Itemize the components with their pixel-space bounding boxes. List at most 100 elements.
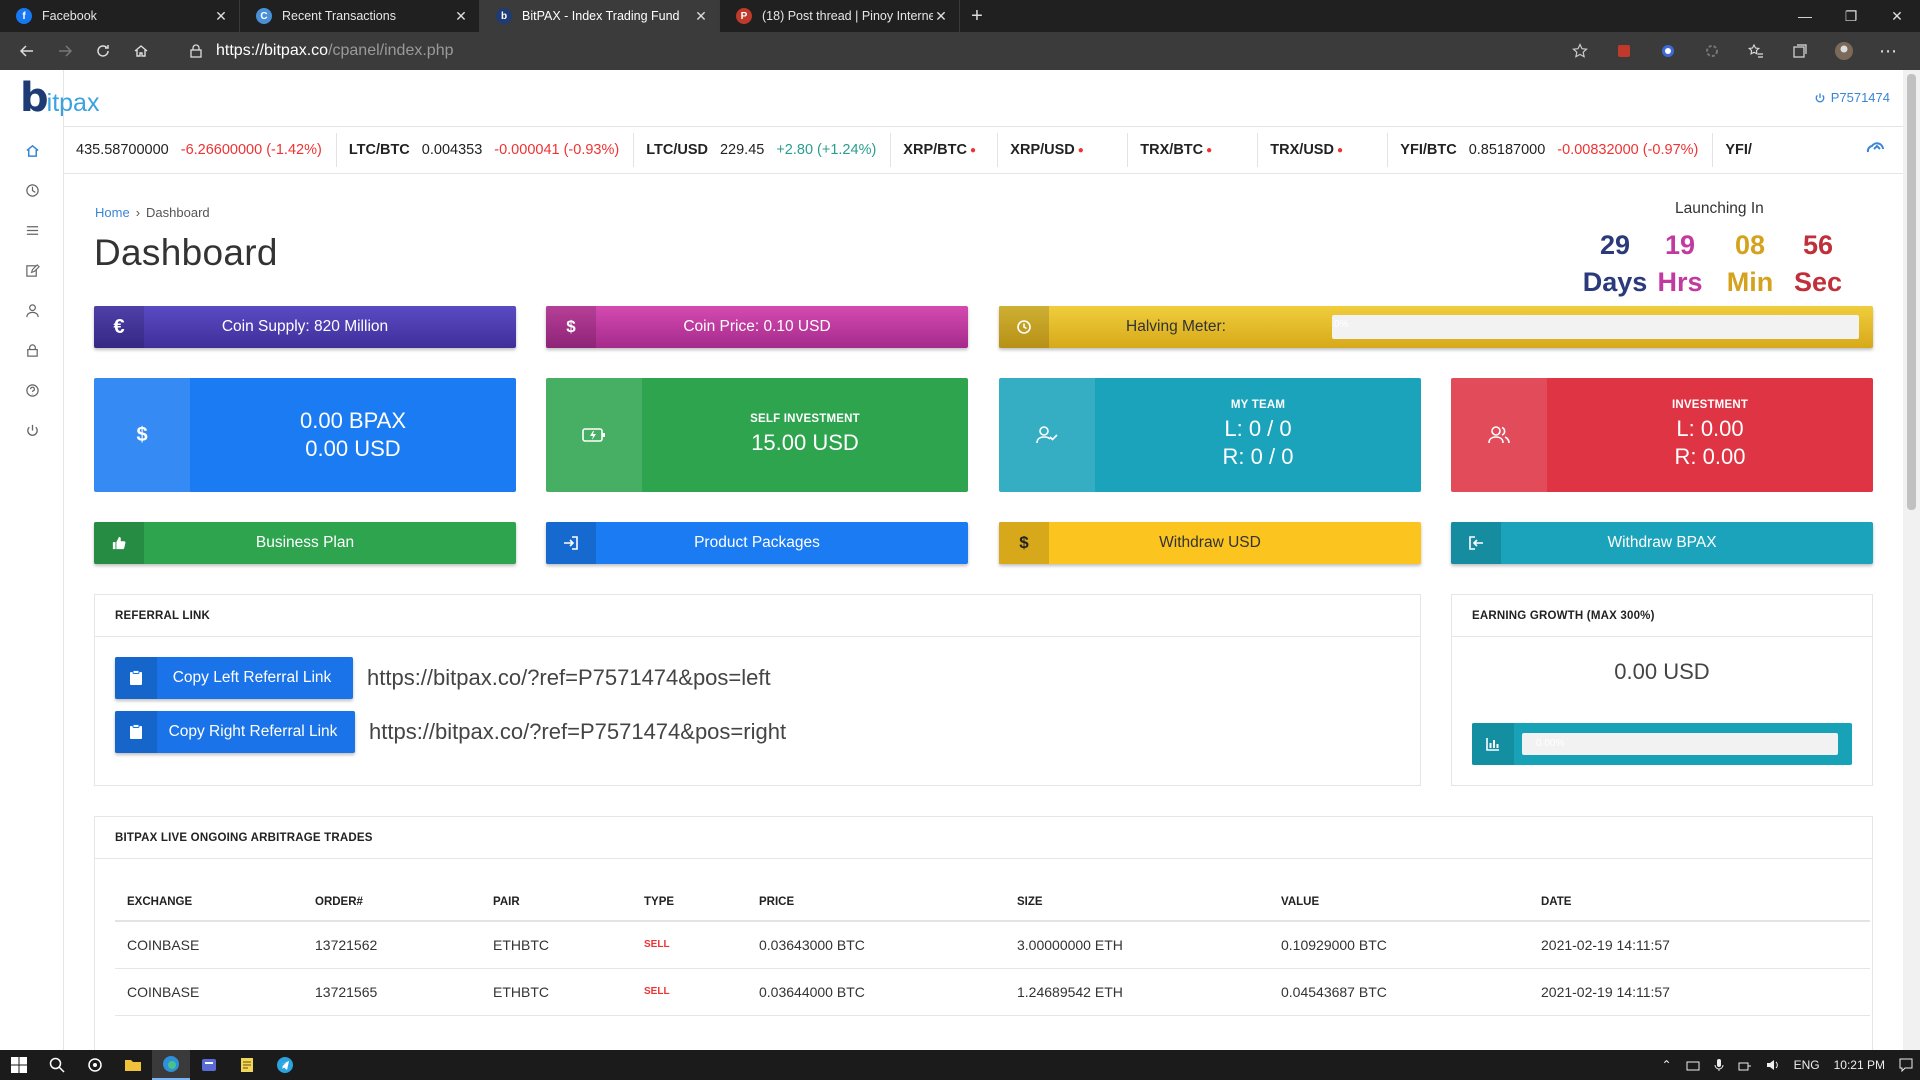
user-id-link[interactable]: P7571474	[1814, 90, 1890, 105]
sign-in-icon	[546, 522, 596, 564]
search-icon[interactable]	[38, 1050, 76, 1080]
facebook-icon: f	[16, 8, 32, 24]
notes-icon[interactable]	[228, 1050, 266, 1080]
right-referral-url: https://bitpax.co/?ref=P7571474&pos=righ…	[369, 719, 787, 744]
halving-progress-track: 0%	[1332, 315, 1859, 339]
business-plan-button[interactable]: Business Plan	[94, 522, 516, 564]
ticker-change: -0.000041 (-0.93%)	[494, 142, 620, 158]
battery-charging-icon	[546, 378, 642, 492]
earning-value: 0.00 USD	[1614, 659, 1710, 684]
browser-tab-facebook[interactable]: f Facebook ✕	[0, 0, 240, 32]
my-team-right: R: 0 / 0	[1222, 444, 1294, 469]
browser-tab-pinoy-internet[interactable]: P (18) Post thread | Pinoy Internet ✕	[720, 0, 960, 32]
task-view-icon[interactable]	[76, 1050, 114, 1080]
ticker-symbol: TRX/BTC	[1140, 142, 1204, 158]
favorite-star-icon[interactable]	[1558, 32, 1602, 70]
withdraw-usd-label: Withdraw USD	[1159, 534, 1261, 551]
profile-avatar[interactable]	[1822, 32, 1866, 70]
bitpax-logo[interactable]: b itpax	[20, 78, 99, 118]
extension-icon[interactable]	[1646, 32, 1690, 70]
ticker-price: 0.85187000	[1468, 142, 1546, 158]
breadcrumb-home-link[interactable]: Home	[95, 205, 130, 220]
edit-icon	[25, 263, 40, 278]
window-controls: — ❐ ✕	[1782, 0, 1920, 32]
copy-left-referral-button[interactable]: Copy Left Referral Link	[115, 657, 353, 699]
file-explorer-icon[interactable]	[114, 1050, 152, 1080]
logo-letter: b	[20, 75, 49, 121]
close-window-icon[interactable]: ✕	[1874, 0, 1920, 32]
sidebar-item-help[interactable]	[0, 370, 64, 410]
sidebar-item-menu[interactable]	[0, 210, 64, 250]
microphone-icon[interactable]	[1707, 1058, 1731, 1072]
column-header: SIZE	[1005, 883, 1269, 922]
tab-title: BitPAX - Index Trading Fund	[522, 9, 680, 23]
gear-icon[interactable]	[1690, 32, 1734, 70]
scrollbar-thumb[interactable]	[1907, 74, 1916, 510]
column-header: EXCHANGE	[115, 883, 303, 922]
extension-icon[interactable]	[1602, 32, 1646, 70]
sidebar-item-home[interactable]	[0, 130, 64, 170]
sidebar-item-edit[interactable]	[0, 250, 64, 290]
sidebar-item-profile[interactable]	[0, 290, 64, 330]
ticker-symbol: LTC/BTC	[348, 142, 410, 158]
bar-chart-icon	[1472, 723, 1514, 765]
back-icon[interactable]	[8, 32, 46, 70]
app-icon[interactable]	[190, 1050, 228, 1080]
column-header: ORDER#	[303, 883, 481, 922]
price-ticker: 435.58700000 -6.26600000 (-1.42%) LTC/BT…	[64, 126, 1903, 174]
ticker-item: YFI/	[1713, 133, 1778, 167]
ticker-item: TRX/USD ●	[1258, 133, 1389, 167]
forward-icon[interactable]	[46, 32, 84, 70]
url-host: https://bitpax.co	[216, 42, 329, 59]
minimize-icon[interactable]: —	[1782, 0, 1828, 32]
earning-growth-title: EARNING GROWTH (MAX 300%)	[1452, 595, 1872, 637]
close-tab-icon[interactable]: ✕	[933, 8, 949, 25]
ticker-symbol: YFI/	[1725, 142, 1752, 158]
home-icon[interactable]	[122, 32, 160, 70]
close-tab-icon[interactable]: ✕	[453, 8, 469, 25]
countdown-hours: 19 Hrs	[1650, 228, 1710, 302]
collections-icon[interactable]	[1778, 32, 1822, 70]
browser-tab-recent-transactions[interactable]: C Recent Transactions ✕	[240, 0, 480, 32]
sidebar-item-history[interactable]	[0, 170, 64, 210]
edge-browser-icon[interactable]	[152, 1050, 190, 1080]
referral-left-row: Copy Left Referral Link https://bitpax.c…	[115, 657, 771, 699]
page-scrollbar[interactable]	[1903, 70, 1920, 1050]
ticker-change: -6.26600000 (-1.42%)	[180, 142, 322, 158]
withdraw-bpax-button[interactable]: Withdraw BPAX	[1451, 522, 1873, 564]
home-icon	[25, 143, 40, 158]
product-packages-button[interactable]: Product Packages	[546, 522, 968, 564]
seconds-unit: Sec	[1793, 267, 1843, 297]
halving-meter-label: Halving Meter:	[1126, 318, 1226, 335]
notification-icon[interactable]	[1892, 1058, 1920, 1072]
telegram-icon[interactable]	[266, 1050, 304, 1080]
ticker-symbol: TRX/USD	[1270, 142, 1334, 158]
clock-time[interactable]: 10:21 PM	[1827, 1058, 1892, 1072]
withdraw-usd-button[interactable]: $ Withdraw USD	[999, 522, 1421, 564]
scroll-up-icon[interactable]	[1866, 140, 1884, 154]
logo-text: itpax	[46, 89, 100, 117]
refresh-icon[interactable]	[84, 32, 122, 70]
browser-tab-bitpax[interactable]: b BitPAX - Index Trading Fund ✕	[480, 0, 720, 32]
business-plan-label: Business Plan	[255, 534, 355, 551]
halving-meter-bar: Halving Meter: 0%	[999, 306, 1873, 348]
chevron-up-icon[interactable]: ⌃	[1655, 1058, 1679, 1072]
close-tab-icon[interactable]: ✕	[693, 8, 709, 25]
language-indicator[interactable]: ENG	[1787, 1058, 1827, 1072]
new-tab-icon[interactable]: +	[960, 0, 994, 32]
favorites-icon[interactable]	[1734, 32, 1778, 70]
windows-start-icon[interactable]	[0, 1050, 38, 1080]
volume-icon[interactable]	[1759, 1059, 1787, 1071]
wifi-icon[interactable]	[1731, 1059, 1759, 1071]
sidebar-item-logout[interactable]	[0, 410, 64, 450]
copy-right-referral-button[interactable]: Copy Right Referral Link	[115, 711, 355, 753]
restore-icon[interactable]: ❐	[1828, 0, 1874, 32]
network-icon[interactable]	[1679, 1059, 1707, 1071]
ticker-item: LTC/BTC 0.004353 -0.000041 (-0.93%)	[337, 133, 635, 167]
more-options-icon[interactable]: ⋯	[1866, 32, 1910, 70]
ticker-item: XRP/BTC ●	[891, 133, 999, 167]
ticker-change: -0.00832000 (-0.97%)	[1557, 142, 1699, 158]
close-tab-icon[interactable]: ✕	[213, 8, 229, 25]
address-bar[interactable]: https://bitpax.co/cpanel/index.php	[190, 36, 1585, 66]
sidebar-item-security[interactable]	[0, 330, 64, 370]
